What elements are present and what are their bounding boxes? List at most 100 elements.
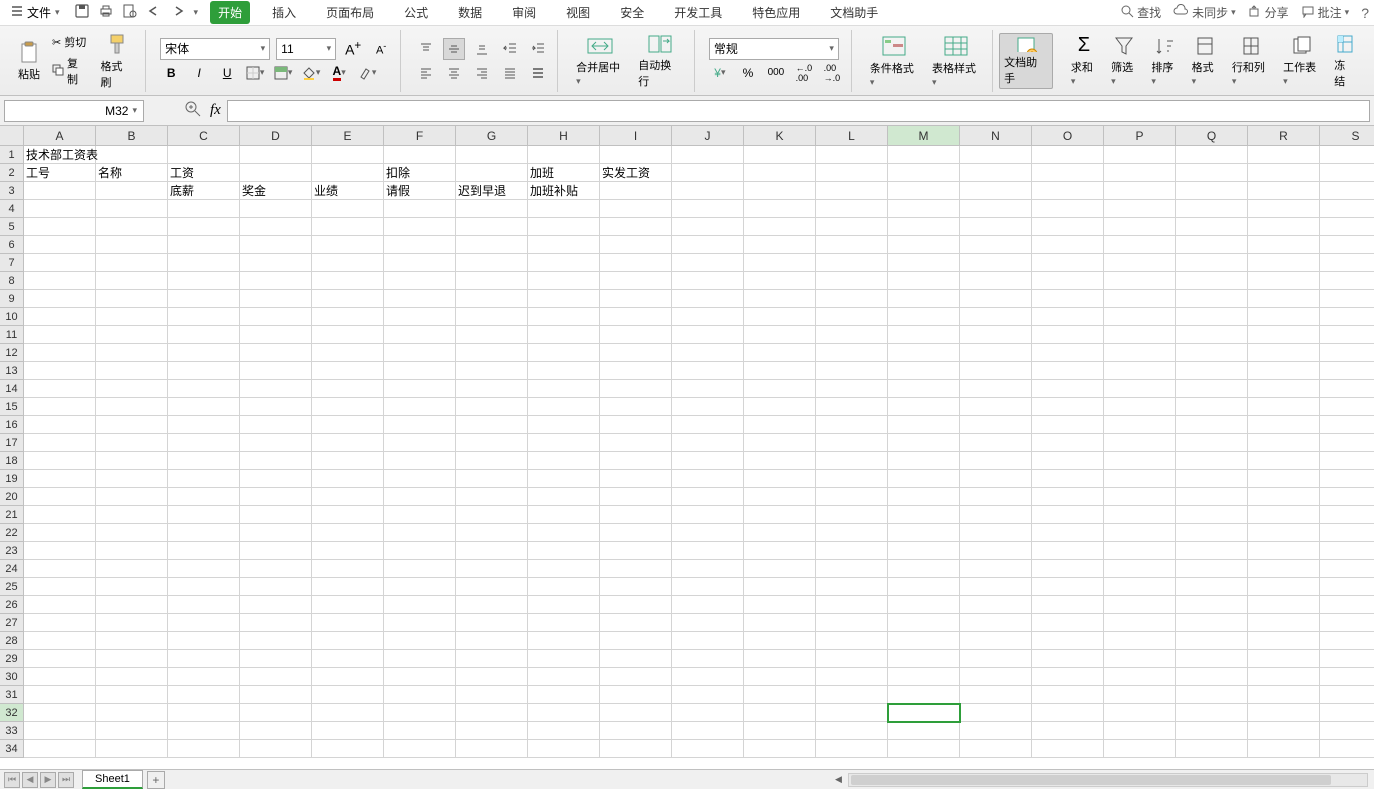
cell-H17[interactable]	[528, 434, 600, 452]
cell-P30[interactable]	[1104, 668, 1176, 686]
cell-C13[interactable]	[168, 362, 240, 380]
cell-F13[interactable]	[384, 362, 456, 380]
cell-L10[interactable]	[816, 308, 888, 326]
cell-K17[interactable]	[744, 434, 816, 452]
cell-A28[interactable]	[24, 632, 96, 650]
cell-M8[interactable]	[888, 272, 960, 290]
cell-M30[interactable]	[888, 668, 960, 686]
cell-K15[interactable]	[744, 398, 816, 416]
cell-G20[interactable]	[456, 488, 528, 506]
cell-O13[interactable]	[1032, 362, 1104, 380]
cell-G30[interactable]	[456, 668, 528, 686]
cell-P34[interactable]	[1104, 740, 1176, 758]
cell-D32[interactable]	[240, 704, 312, 722]
cell-D16[interactable]	[240, 416, 312, 434]
cell-J1[interactable]	[672, 146, 744, 164]
increase-indent-button[interactable]	[527, 38, 549, 60]
row-header-18[interactable]: 18	[0, 452, 24, 470]
cell-B9[interactable]	[96, 290, 168, 308]
cell-H13[interactable]	[528, 362, 600, 380]
qat-more-icon[interactable]: ▾	[194, 7, 199, 18]
cell-Q28[interactable]	[1176, 632, 1248, 650]
col-header-Q[interactable]: Q	[1176, 126, 1248, 146]
cell-B25[interactable]	[96, 578, 168, 596]
cell-L5[interactable]	[816, 218, 888, 236]
cell-N28[interactable]	[960, 632, 1032, 650]
cell-I7[interactable]	[600, 254, 672, 272]
cell-B28[interactable]	[96, 632, 168, 650]
cell-J12[interactable]	[672, 344, 744, 362]
cell-S5[interactable]	[1320, 218, 1374, 236]
cell-J3[interactable]	[672, 182, 744, 200]
cell-G24[interactable]	[456, 560, 528, 578]
cell-C3[interactable]: 底薪	[168, 182, 240, 200]
decrease-decimal-button[interactable]: .00→.0	[821, 62, 843, 84]
cell-G29[interactable]	[456, 650, 528, 668]
cell-E7[interactable]	[312, 254, 384, 272]
cell-B4[interactable]	[96, 200, 168, 218]
cell-M1[interactable]	[888, 146, 960, 164]
cell-L4[interactable]	[816, 200, 888, 218]
cell-L24[interactable]	[816, 560, 888, 578]
cell-M28[interactable]	[888, 632, 960, 650]
cell-K1[interactable]	[744, 146, 816, 164]
italic-button[interactable]: I	[188, 62, 210, 84]
cell-C14[interactable]	[168, 380, 240, 398]
cell-E21[interactable]	[312, 506, 384, 524]
cell-E15[interactable]	[312, 398, 384, 416]
border-button[interactable]: ▾	[244, 62, 266, 84]
row-header-1[interactable]: 1	[0, 146, 24, 164]
cell-Q18[interactable]	[1176, 452, 1248, 470]
col-header-K[interactable]: K	[744, 126, 816, 146]
cell-L21[interactable]	[816, 506, 888, 524]
cell-N21[interactable]	[960, 506, 1032, 524]
cell-D4[interactable]	[240, 200, 312, 218]
cell-H27[interactable]	[528, 614, 600, 632]
cell-J32[interactable]	[672, 704, 744, 722]
cell-O11[interactable]	[1032, 326, 1104, 344]
copy-button[interactable]: 复制	[50, 54, 91, 88]
doc-helper-button[interactable]: 文档助手	[999, 33, 1053, 89]
cell-S3[interactable]	[1320, 182, 1374, 200]
cell-C26[interactable]	[168, 596, 240, 614]
cell-R16[interactable]	[1248, 416, 1320, 434]
col-header-H[interactable]: H	[528, 126, 600, 146]
cell-Q20[interactable]	[1176, 488, 1248, 506]
cell-M21[interactable]	[888, 506, 960, 524]
cell-M15[interactable]	[888, 398, 960, 416]
cell-E19[interactable]	[312, 470, 384, 488]
cell-N22[interactable]	[960, 524, 1032, 542]
cell-S28[interactable]	[1320, 632, 1374, 650]
cell-O14[interactable]	[1032, 380, 1104, 398]
cell-N1[interactable]	[960, 146, 1032, 164]
cell-O26[interactable]	[1032, 596, 1104, 614]
cell-O3[interactable]	[1032, 182, 1104, 200]
cell-G5[interactable]	[456, 218, 528, 236]
cell-M16[interactable]	[888, 416, 960, 434]
cell-B23[interactable]	[96, 542, 168, 560]
cell-M4[interactable]	[888, 200, 960, 218]
cell-D10[interactable]	[240, 308, 312, 326]
sheet-nav-last[interactable]: ⏭	[58, 772, 74, 788]
font-name-combo[interactable]: 宋体▾	[160, 38, 270, 60]
cell-C31[interactable]	[168, 686, 240, 704]
cell-F15[interactable]	[384, 398, 456, 416]
cell-J7[interactable]	[672, 254, 744, 272]
cell-K16[interactable]	[744, 416, 816, 434]
cell-R20[interactable]	[1248, 488, 1320, 506]
cell-Q13[interactable]	[1176, 362, 1248, 380]
highlight-button[interactable]: ▾	[356, 62, 378, 84]
row-header-13[interactable]: 13	[0, 362, 24, 380]
redo-icon[interactable]	[170, 3, 186, 22]
cell-M2[interactable]	[888, 164, 960, 182]
cell-L11[interactable]	[816, 326, 888, 344]
cell-D30[interactable]	[240, 668, 312, 686]
cell-A1[interactable]: 技术部工资表	[24, 146, 96, 164]
cell-B21[interactable]	[96, 506, 168, 524]
cell-B34[interactable]	[96, 740, 168, 758]
cell-E14[interactable]	[312, 380, 384, 398]
cell-S18[interactable]	[1320, 452, 1374, 470]
cell-K10[interactable]	[744, 308, 816, 326]
cell-R9[interactable]	[1248, 290, 1320, 308]
cell-O28[interactable]	[1032, 632, 1104, 650]
